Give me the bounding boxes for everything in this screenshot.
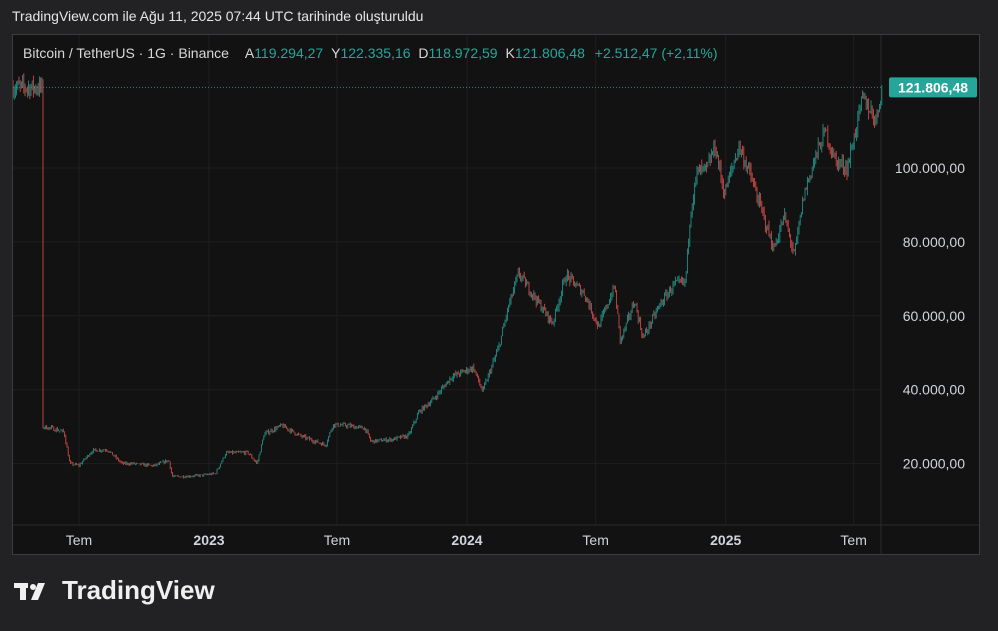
open-value: 119.294,27	[254, 45, 324, 61]
high-value: 122.335,16	[340, 45, 411, 61]
tradingview-wordmark: TradingView	[62, 575, 215, 605]
chart-panel[interactable]: 20.000,00 40.000,00 60.000,00 80.000,00 100.…	[12, 34, 980, 555]
y-tick-label: 80.000,00	[903, 234, 965, 250]
y-tick-label: 40.000,00	[903, 382, 965, 398]
x-tick-label: Tem	[582, 532, 608, 548]
snapshot-header: TradingView.com ile Ağu 11, 2025 07:44 U…	[12, 8, 424, 24]
x-tick-label: 2023	[193, 532, 224, 548]
x-tick-label: Tem	[840, 532, 866, 548]
tradingview-logo[interactable]: TradingView	[14, 575, 215, 606]
ohlc-legend: Bitcoin / TetherUS · 1G · Binance A119.2…	[23, 45, 718, 61]
tradingview-logo-icon	[14, 582, 45, 600]
symbol-label[interactable]: Bitcoin / TetherUS · 1G · Binance	[23, 45, 229, 61]
open-label: A	[244, 45, 255, 61]
x-tick-label: 2025	[710, 532, 741, 548]
y-tick-label: 100.000,00	[895, 160, 965, 176]
low-value: 118.972,59	[428, 45, 498, 61]
price-chart[interactable]: 20.000,00 40.000,00 60.000,00 80.000,00 100.…	[13, 35, 979, 554]
close-label: K	[505, 45, 515, 61]
last-price-value: 121.806,48	[898, 79, 968, 95]
change-value: +2.512,47 (+2,11%)	[594, 45, 718, 61]
y-tick-label: 60.000,00	[903, 308, 965, 324]
x-tick-label: Tem	[66, 532, 92, 548]
x-tick-label: Tem	[324, 532, 350, 548]
low-label: D	[418, 45, 429, 61]
y-tick-label: 20.000,00	[903, 456, 965, 472]
close-value: 121.806,48	[514, 45, 585, 61]
x-tick-label: 2024	[451, 532, 482, 548]
